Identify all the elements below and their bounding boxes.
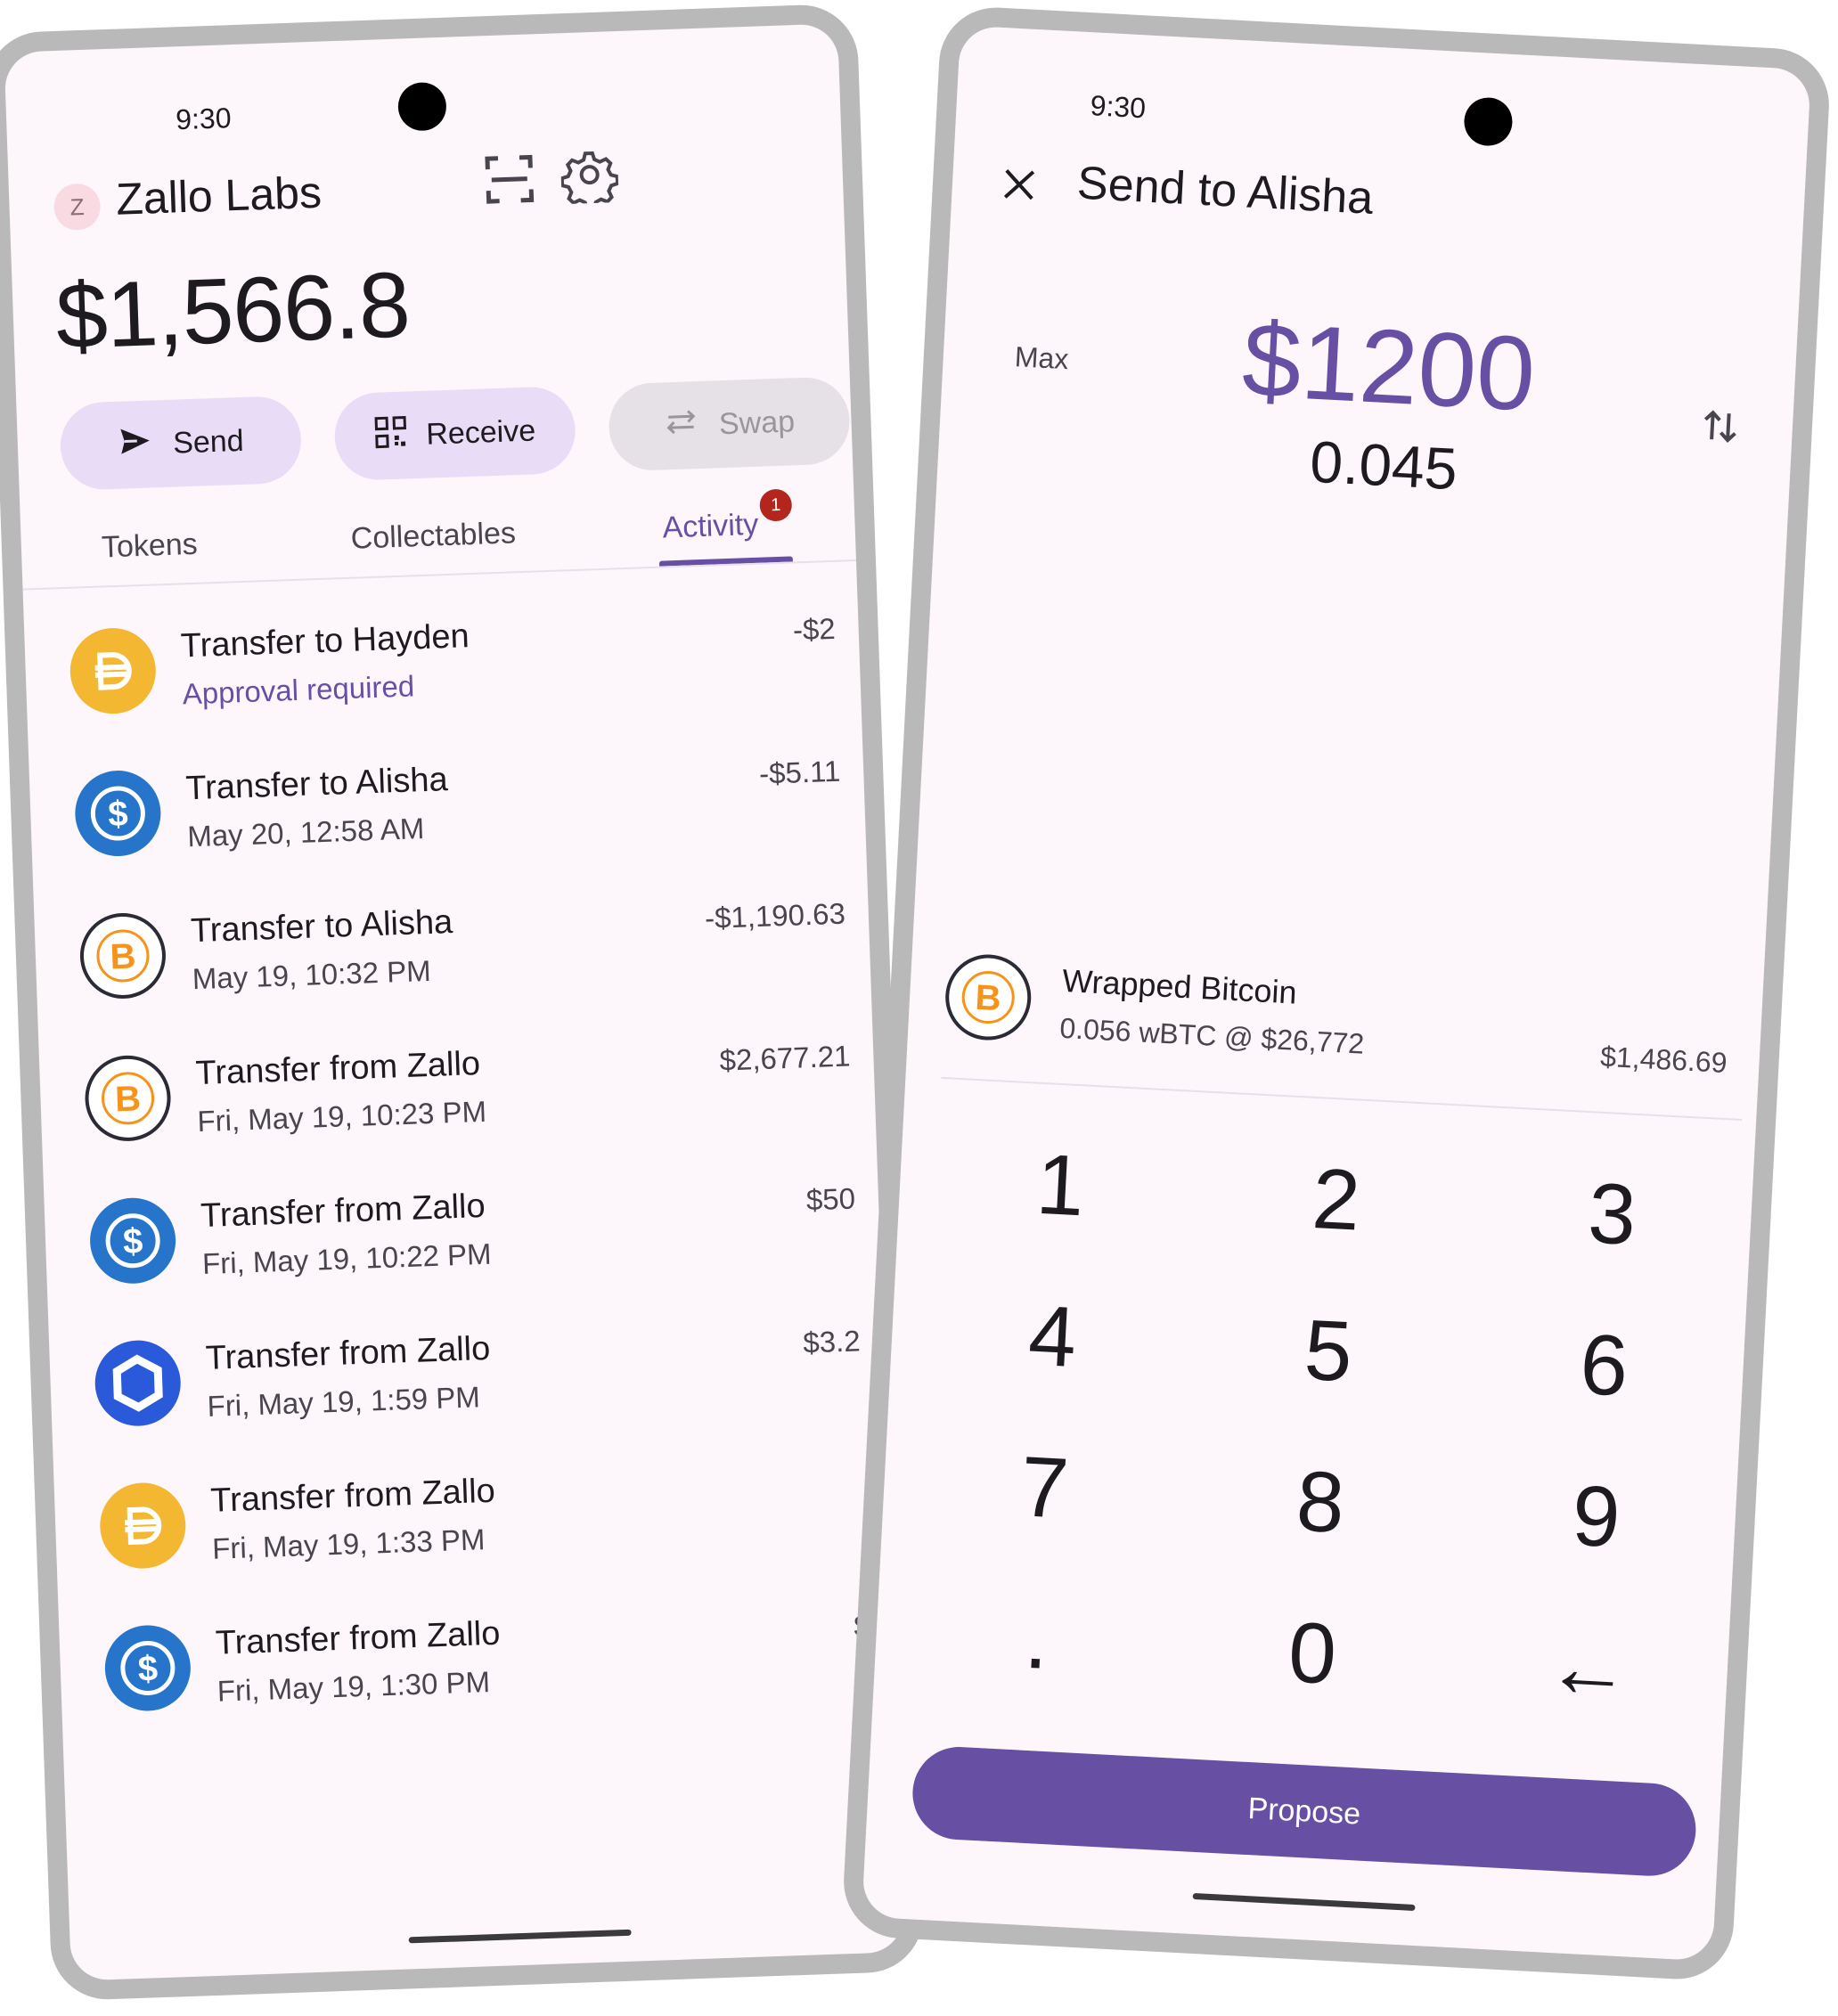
transaction-row[interactable]: $ Transfer from Zallo Fri, May 19, 1:30 … bbox=[94, 1581, 901, 1751]
wbtc-icon: B bbox=[78, 911, 167, 1000]
keypad-key-8[interactable]: 8 bbox=[1228, 1432, 1413, 1574]
amount-fiat[interactable]: $1200 bbox=[1208, 298, 1571, 437]
transaction-amount: $50 bbox=[805, 1181, 856, 1217]
wallet-home-screen: 9:30 Z Zallo Labs $1,566.8 Send Receive bbox=[0, 3, 926, 2002]
transaction-time: May 19, 10:32 PM bbox=[192, 953, 432, 996]
account-avatar[interactable]: Z bbox=[53, 183, 102, 232]
dai-icon bbox=[98, 1481, 187, 1571]
transaction-time: Fri, May 19, 1:33 PM bbox=[211, 1522, 486, 1565]
tab-collectables[interactable]: Collectables bbox=[350, 516, 516, 556]
transaction-amount: -$1,190.63 bbox=[704, 896, 846, 935]
wallet-name[interactable]: Zallo Labs bbox=[115, 167, 323, 225]
transaction-title: Transfer from Zallo bbox=[205, 1329, 491, 1377]
transaction-title: Transfer from Zallo bbox=[194, 1045, 481, 1093]
asset-selector[interactable]: B Wrapped Bitcoin 0.056 wBTC @ $26,772 $… bbox=[943, 943, 1750, 1101]
svg-text:$: $ bbox=[122, 1221, 143, 1261]
transaction-time: Fri, May 19, 10:23 PM bbox=[196, 1094, 487, 1139]
backspace-icon[interactable]: ← bbox=[1496, 1597, 1681, 1740]
activity-count-badge: 1 bbox=[759, 488, 793, 522]
send-icon bbox=[117, 422, 154, 467]
transaction-time: Fri, May 19, 1:30 PM bbox=[216, 1665, 491, 1708]
amount-token: 0.045 bbox=[1308, 428, 1459, 502]
transaction-title: Transfer to Hayden bbox=[180, 617, 470, 665]
svg-text:B: B bbox=[975, 978, 1002, 1018]
transaction-title: Transfer from Zallo bbox=[215, 1614, 502, 1662]
keypad-key-1[interactable]: 1 bbox=[968, 1114, 1153, 1257]
gear-icon[interactable] bbox=[560, 145, 620, 211]
home-indicator[interactable] bbox=[1192, 1892, 1416, 1912]
receive-label: Receive bbox=[425, 412, 536, 452]
max-button[interactable]: Max bbox=[1014, 340, 1069, 376]
qr-code-icon bbox=[374, 415, 408, 456]
transaction-title: Transfer to Alisha bbox=[184, 761, 449, 808]
send-button[interactable]: Send bbox=[59, 395, 303, 492]
transaction-amount: $2,677.21 bbox=[718, 1039, 852, 1077]
wbtc-icon: B bbox=[943, 952, 1033, 1043]
send-label: Send bbox=[172, 423, 245, 461]
camera-cutout bbox=[1463, 96, 1514, 147]
transaction-row[interactable]: B Transfer from Zallo Fri, May 19, 10:23… bbox=[74, 1012, 880, 1182]
transaction-time: Fri, May 19, 10:22 PM bbox=[201, 1237, 493, 1281]
svg-text:B: B bbox=[114, 1079, 141, 1119]
wbtc-icon: B bbox=[83, 1054, 173, 1143]
status-bar-time: 9:30 bbox=[175, 102, 233, 136]
link-icon bbox=[94, 1339, 183, 1428]
keypad-key-0[interactable]: 0 bbox=[1220, 1582, 1405, 1725]
keypad-key-9[interactable]: 9 bbox=[1504, 1446, 1689, 1588]
swap-vertical-icon[interactable] bbox=[1697, 403, 1744, 450]
svg-text:$: $ bbox=[108, 795, 129, 835]
transaction-title: Transfer from Zallo bbox=[200, 1187, 486, 1236]
keypad-key-5[interactable]: 5 bbox=[1236, 1280, 1421, 1423]
asset-name: Wrapped Bitcoin bbox=[1061, 961, 1298, 1011]
swap-label: Swap bbox=[718, 404, 796, 441]
dai-icon bbox=[69, 626, 158, 715]
propose-button[interactable]: Propose bbox=[910, 1744, 1699, 1879]
transaction-time: Fri, May 19, 1:59 PM bbox=[207, 1380, 481, 1423]
transaction-row[interactable]: $ Transfer to Alisha May 20, 12:58 AM -$… bbox=[64, 727, 870, 897]
transaction-amount: -$5.11 bbox=[758, 754, 841, 790]
tab-activity[interactable]: Activity bbox=[662, 508, 759, 546]
svg-text:$: $ bbox=[137, 1649, 159, 1689]
asset-value: $1,486.69 bbox=[1599, 1040, 1728, 1080]
close-icon[interactable] bbox=[996, 161, 1043, 208]
transaction-row[interactable]: Transfer from Zallo Fri, May 19, 1:33 PM bbox=[89, 1439, 895, 1609]
keypad-key-2[interactable]: 2 bbox=[1244, 1129, 1429, 1271]
receive-button[interactable]: Receive bbox=[333, 385, 577, 482]
camera-cutout bbox=[396, 81, 447, 132]
usdc-icon: $ bbox=[103, 1623, 192, 1713]
transaction-title: Transfer from Zallo bbox=[209, 1472, 496, 1520]
transaction-title: Transfer to Alisha bbox=[190, 903, 453, 951]
keypad-key-6[interactable]: 6 bbox=[1512, 1294, 1697, 1437]
swap-button[interactable]: Swap bbox=[607, 376, 852, 472]
keypad-key-4[interactable]: 4 bbox=[960, 1266, 1146, 1408]
transaction-status: Approval required bbox=[182, 669, 415, 711]
keypad-key-decimal[interactable]: . bbox=[944, 1568, 1130, 1710]
transaction-row[interactable]: B Transfer to Alisha May 19, 10:32 PM -$… bbox=[69, 869, 876, 1040]
transaction-amount: $3.2 bbox=[802, 1324, 862, 1359]
home-indicator[interactable] bbox=[408, 1929, 632, 1944]
transaction-row[interactable]: $ Transfer from Zallo Fri, May 19, 10:22… bbox=[79, 1154, 886, 1324]
usdc-icon: $ bbox=[73, 769, 163, 858]
total-balance: $1,566.8 bbox=[53, 253, 412, 370]
usdc-icon: $ bbox=[88, 1196, 177, 1286]
transaction-time: May 20, 12:58 AM bbox=[186, 812, 425, 853]
send-screen: 9:30 Send to Alisha Max $1200 0.045 B Wr… bbox=[840, 4, 1833, 1982]
svg-text:B: B bbox=[110, 936, 136, 976]
transaction-row[interactable]: Transfer from Zallo Fri, May 19, 1:59 PM… bbox=[84, 1296, 890, 1466]
page-title: Send to Alisha bbox=[1075, 157, 1375, 224]
asset-detail: 0.056 wBTC @ $26,772 bbox=[1058, 1011, 1366, 1060]
keypad-key-7[interactable]: 7 bbox=[952, 1416, 1138, 1559]
tabs-divider bbox=[22, 559, 860, 591]
tab-tokens[interactable]: Tokens bbox=[101, 527, 198, 566]
transaction-row[interactable]: Transfer to Hayden Approval required -$2 bbox=[59, 584, 865, 755]
status-bar-time: 9:30 bbox=[1089, 89, 1147, 125]
transaction-amount: -$2 bbox=[792, 611, 837, 647]
scan-icon[interactable] bbox=[480, 150, 539, 208]
swap-arrows-icon bbox=[663, 408, 699, 444]
keypad-key-3[interactable]: 3 bbox=[1520, 1143, 1705, 1286]
